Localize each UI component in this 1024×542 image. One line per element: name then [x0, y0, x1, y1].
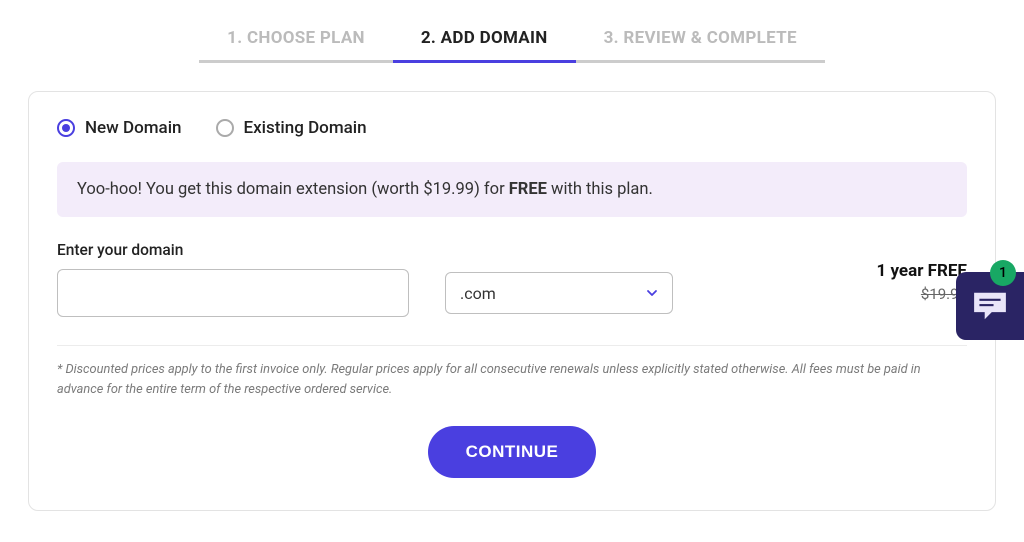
step-review-complete[interactable]: 3. REVIEW & COMPLETE: [576, 28, 825, 63]
domain-input[interactable]: [57, 269, 409, 317]
domain-card: New Domain Existing Domain Yoo-hoo! You …: [28, 91, 996, 511]
domain-input-label: Enter your domain: [57, 241, 967, 259]
chat-icon: [970, 291, 1010, 321]
tld-select[interactable]: .com: [445, 272, 673, 314]
step-choose-plan[interactable]: 1. CHOOSE PLAN: [199, 28, 393, 63]
price-strike: $19.99: [876, 285, 967, 303]
progress-steps: 1. CHOOSE PLAN 2. ADD DOMAIN 3. REVIEW &…: [0, 0, 1024, 63]
price-column: 1 year FREE $19.99: [876, 261, 967, 303]
radio-new-domain[interactable]: New Domain: [57, 118, 182, 138]
radio-existing-domain-label: Existing Domain: [244, 118, 367, 138]
banner-prefix: Yoo-hoo! You get this domain extension (…: [77, 180, 509, 199]
tld-selected-value: .com: [460, 284, 496, 303]
domain-form-row: Enter your domain .com 1 year FREE $19.9…: [57, 241, 967, 317]
continue-button[interactable]: CONTINUE: [428, 426, 597, 478]
promo-banner: Yoo-hoo! You get this domain extension (…: [57, 162, 967, 217]
chat-badge: 1: [990, 260, 1016, 286]
chat-widget[interactable]: 1: [956, 272, 1024, 340]
step-add-domain[interactable]: 2. ADD DOMAIN: [393, 28, 576, 63]
price-headline: 1 year FREE: [876, 261, 967, 281]
banner-bold: FREE: [509, 180, 547, 199]
divider: [57, 345, 967, 346]
radio-icon: [57, 119, 75, 137]
radio-new-domain-label: New Domain: [85, 118, 182, 138]
domain-type-radios: New Domain Existing Domain: [57, 118, 967, 138]
radio-icon: [216, 119, 234, 137]
banner-suffix: with this plan.: [547, 180, 653, 199]
radio-existing-domain[interactable]: Existing Domain: [216, 118, 367, 138]
disclaimer-text: * Discounted prices apply to the first i…: [57, 360, 967, 400]
chevron-down-icon: [646, 287, 658, 299]
